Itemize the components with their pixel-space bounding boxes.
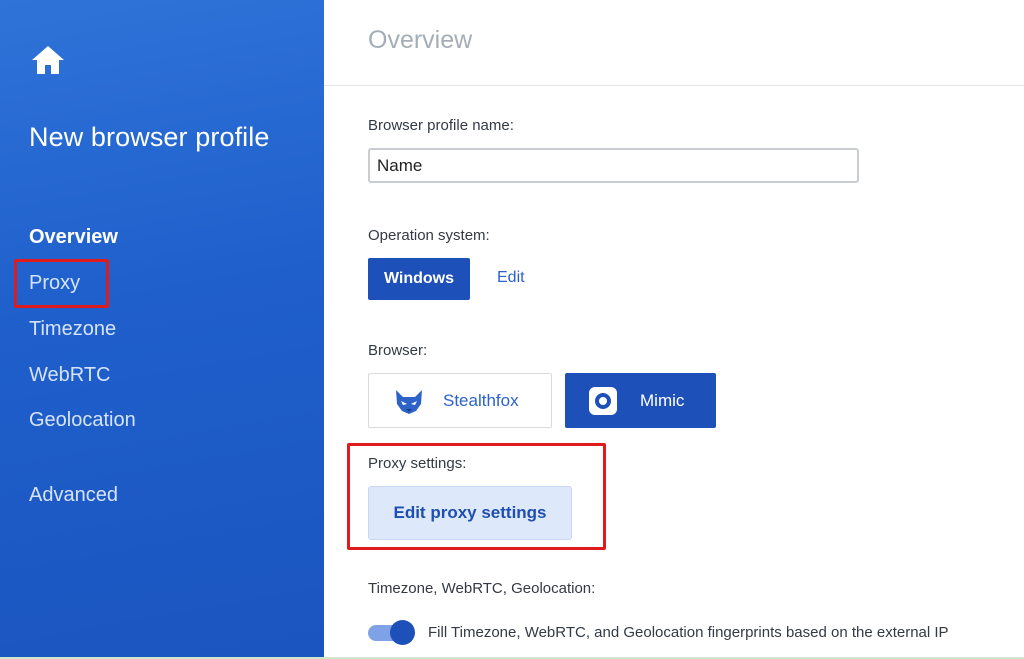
timezone-section-label: Timezone, WebRTC, Geolocation: — [368, 580, 596, 597]
os-label: Operation system: — [368, 227, 490, 244]
fill-fingerprints-toggle[interactable] — [368, 619, 416, 645]
mimic-label: Mimic — [640, 391, 685, 410]
sidebar-title: New browser profile — [29, 122, 270, 152]
sidebar-item-timezone[interactable]: Timezone — [29, 318, 116, 341]
stealthfox-label: Stealthfox — [443, 391, 519, 410]
os-windows-button[interactable]: Windows — [368, 258, 470, 300]
os-edit-link[interactable]: Edit — [497, 269, 525, 287]
browser-option-mimic[interactable]: Mimic — [565, 373, 716, 428]
sidebar-item-webrtc[interactable]: WebRTC — [29, 364, 111, 387]
mimic-icon — [589, 387, 617, 415]
profile-name-input[interactable] — [368, 148, 859, 183]
toggle-knob — [390, 620, 415, 645]
browser-label: Browser: — [368, 342, 428, 359]
sidebar-item-geolocation[interactable]: Geolocation — [29, 409, 136, 432]
fill-fingerprints-text: Fill Timezone, WebRTC, and Geolocation f… — [428, 624, 949, 641]
main-panel: Overview Browser profile name: Operation… — [324, 0, 1024, 659]
browser-option-stealthfox[interactable]: Stealthfox — [368, 373, 552, 428]
sidebar-item-overview[interactable]: Overview — [29, 226, 118, 249]
main-header: Overview — [324, 0, 1024, 86]
sidebar-item-advanced[interactable]: Advanced — [29, 484, 118, 507]
edit-proxy-settings-button[interactable]: Edit proxy settings — [368, 486, 572, 540]
page-title: Overview — [368, 26, 473, 54]
sidebar: New browser profile Overview Proxy Timez… — [0, 0, 324, 659]
sidebar-item-proxy[interactable]: Proxy — [29, 272, 80, 295]
fox-icon — [396, 390, 422, 414]
profile-name-label: Browser profile name: — [368, 117, 514, 134]
proxy-settings-label: Proxy settings: — [368, 455, 467, 472]
home-icon[interactable] — [30, 44, 66, 76]
